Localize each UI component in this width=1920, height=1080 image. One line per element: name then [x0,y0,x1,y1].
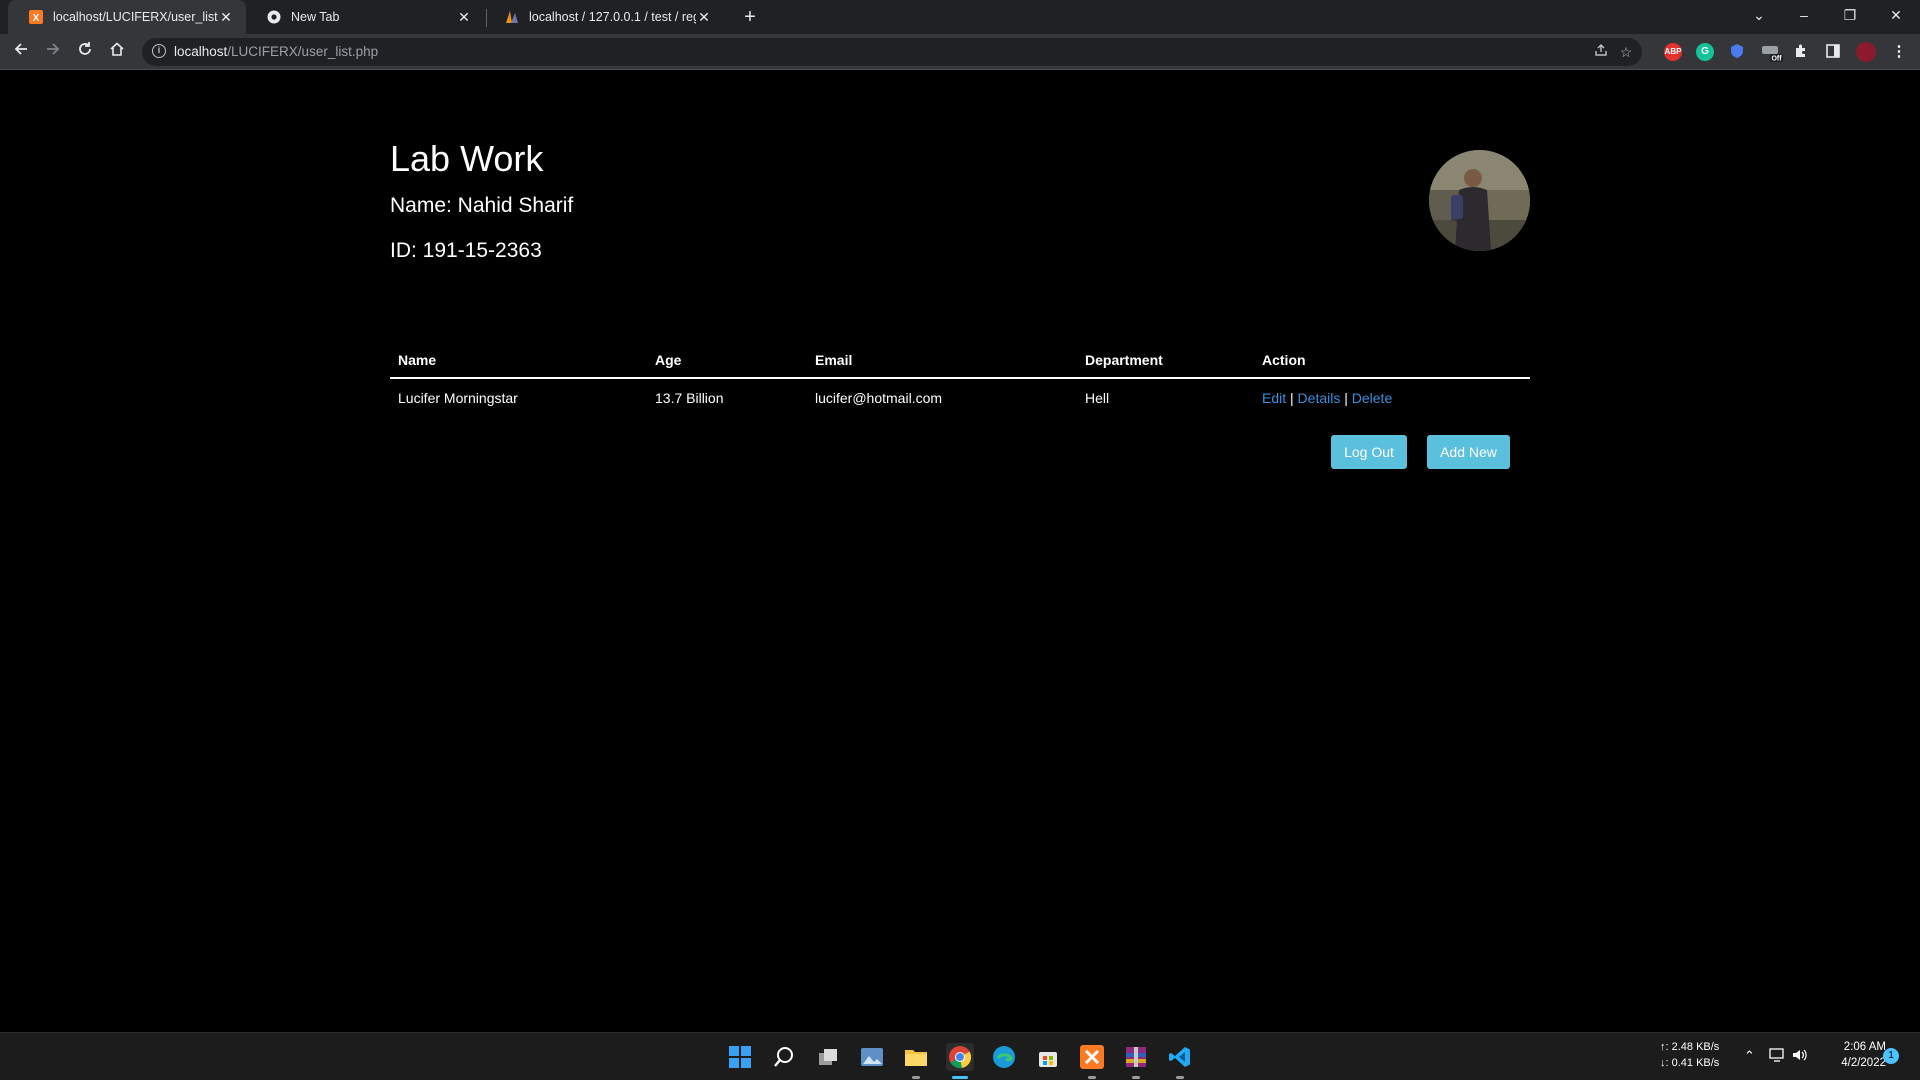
toggle-extension-icon[interactable]: Off [1760,43,1784,63]
table-row: Lucifer Morningstar 13.7 Billion lucifer… [390,378,1530,416]
forward-icon[interactable] [41,40,65,64]
tab-title: New Tab [291,10,340,24]
tab-user-list[interactable]: X localhost/LUCIFERX/user_list.php ✕ [8,0,246,34]
header-department: Department [1077,346,1254,379]
table-header-row: Name Age Email Department Action [390,346,1530,379]
adblock-plus-icon[interactable]: ABP [1664,43,1682,61]
user-id-line: ID: 191-15-2363 [390,239,542,262]
file-explorer-icon[interactable] [902,1043,930,1071]
bookmark-star-icon[interactable]: ☆ [1617,43,1635,61]
shield-extension-icon[interactable] [1728,43,1746,61]
action-separator: | [1290,389,1294,406]
xampp-icon: X [28,9,44,25]
reload-icon[interactable] [73,40,97,64]
user-name-line: Name: Nahid Sharif [390,194,574,217]
chrome-taskbar-icon[interactable] [946,1043,974,1071]
user-table: Name Age Email Department Action Lucifer… [390,346,1530,416]
details-link[interactable]: Details [1298,390,1341,406]
tab-title: localhost / 127.0.0.1 / test / reg_u [529,10,696,24]
network-icon[interactable] [1769,1048,1785,1065]
running-indicator [1176,1076,1184,1079]
delete-link[interactable]: Delete [1352,390,1392,406]
winrar-icon[interactable] [1122,1043,1150,1071]
home-icon[interactable] [105,40,129,64]
puzzle-extensions-icon[interactable] [1792,43,1810,61]
cell-department: Hell [1085,389,1110,406]
svg-text:X: X [33,13,40,24]
address-bar[interactable]: i localhost/LUCIFERX/user_list.php ☆ [142,38,1642,66]
address-url: localhost/LUCIFERX/user_list.php [174,44,378,59]
tab-search-icon[interactable]: ⌄ [1737,0,1781,34]
action-separator: | [1344,389,1348,406]
running-indicator [912,1076,920,1079]
share-icon[interactable] [1592,43,1610,61]
phpmyadmin-icon [504,9,520,25]
task-view-icon[interactable] [814,1043,842,1071]
cell-actions: Edit | Details | Delete [1254,378,1530,416]
show-hidden-icons-chevron[interactable]: ⌃ [1744,1048,1755,1064]
taskbar-date[interactable]: 4/2/2022 [1826,1057,1886,1069]
vscode-icon[interactable] [1166,1043,1194,1071]
header-email: Email [807,346,1077,379]
active-indicator [952,1076,968,1079]
profile-avatar[interactable] [1856,42,1876,62]
network-upload-speed: ↑: 2.48 KB/s [1660,1041,1720,1053]
windows-taskbar [0,1032,1920,1080]
tab-phpmyadmin[interactable]: localhost / 127.0.0.1 / test / reg_u ✕ [484,0,724,34]
url-path: /LUCIFERX/user_list.php [227,44,379,59]
edge-icon[interactable] [990,1043,1018,1071]
taskbar-time[interactable]: 2:06 AM [1826,1041,1886,1053]
tab-close-icon[interactable]: ✕ [456,9,472,25]
network-download-speed: ↓: 0.41 KB/s [1660,1057,1720,1069]
side-panel-icon[interactable] [1824,43,1842,61]
chrome-icon [266,9,282,25]
edit-link[interactable]: Edit [1262,390,1286,406]
back-icon[interactable] [9,40,33,64]
running-indicator [1088,1076,1096,1079]
close-window-button[interactable]: ✕ [1874,0,1918,34]
minimize-button[interactable]: – [1782,0,1826,34]
header-action: Action [1254,346,1530,379]
running-indicator [1132,1076,1140,1079]
notification-badge[interactable]: 1 [1883,1048,1899,1064]
photos-icon[interactable] [858,1043,886,1071]
grammarly-icon[interactable]: G [1696,43,1714,61]
site-info-icon[interactable]: i [152,44,166,58]
cell-name: Lucifer Morningstar [398,389,518,406]
extension-off-badge: Off [1771,56,1782,63]
tab-title: localhost/LUCIFERX/user_list.php [53,10,218,24]
new-tab-button[interactable]: + [738,5,762,29]
browser-toolbar: i localhost/LUCIFERX/user_list.php ☆ ABP… [0,34,1920,70]
logout-button[interactable]: Log Out [1331,435,1407,469]
restore-button[interactable]: ❐ [1828,0,1872,34]
microsoft-store-icon[interactable] [1034,1043,1062,1071]
cell-email: lucifer@hotmail.com [815,389,943,406]
page-title: Lab Work [390,138,544,179]
cell-age: 13.7 Billion [655,389,724,406]
tab-new-tab[interactable]: New Tab ✕ [246,0,484,34]
xampp-taskbar-icon[interactable] [1078,1043,1106,1071]
url-host: localhost [174,44,228,59]
volume-icon[interactable] [1792,1048,1808,1065]
windows-start-icon[interactable] [726,1043,754,1071]
profile-photo [1429,150,1530,251]
header-name: Name [390,346,647,379]
search-icon[interactable] [770,1043,798,1071]
browser-tab-bar: X localhost/LUCIFERX/user_list.php ✕ New… [0,0,1920,34]
menu-kebab-icon[interactable]: ⋮ [1890,43,1908,61]
tab-close-icon[interactable]: ✕ [218,9,234,25]
header-age: Age [647,346,807,379]
tab-close-icon[interactable]: ✕ [696,9,712,25]
add-new-button[interactable]: Add New [1427,435,1510,469]
